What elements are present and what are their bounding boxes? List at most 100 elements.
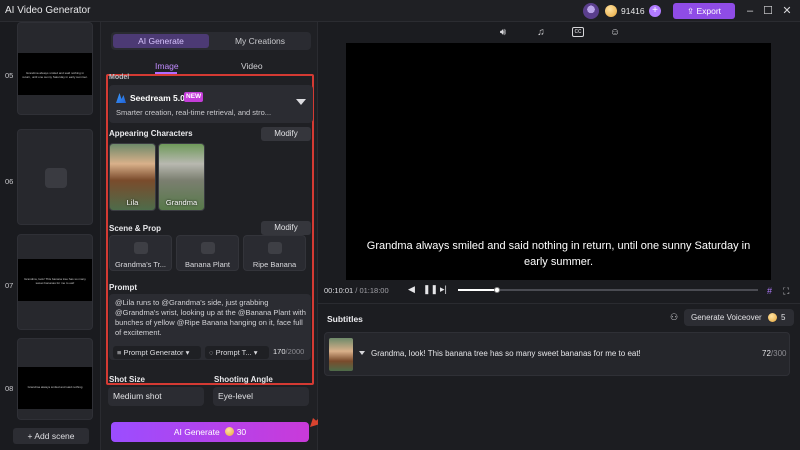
image-placeholder-icon — [134, 242, 148, 254]
prompt-count: 170 — [273, 347, 286, 356]
scene-number: 08 — [5, 384, 14, 393]
ai-generate-button[interactable]: AI Generate 30 — [111, 422, 309, 442]
seedream-logo-icon — [116, 93, 126, 103]
characters-label: Appearing Characters — [109, 129, 193, 138]
upload-icon: ⇪ — [686, 6, 695, 16]
subtitle-count: 72 — [762, 349, 771, 358]
prop-card[interactable]: Grandma's Tr... — [109, 235, 172, 271]
tab-my-creations[interactable]: My Creations — [211, 34, 309, 48]
video-caption: Grandma always smiled and said nothing i… — [366, 240, 751, 268]
subtitles-title: Subtitles — [327, 314, 363, 324]
chevron-down-icon: ▾ — [253, 348, 258, 357]
voice-icon[interactable]: 🔊︎ — [497, 27, 509, 39]
shot-size-label: Shot Size — [109, 375, 146, 384]
coin-icon — [224, 427, 234, 436]
grid-icon[interactable]: # — [767, 286, 772, 296]
voice-settings-icon[interactable]: ⚇ — [670, 312, 678, 323]
progress-track[interactable] — [458, 287, 758, 293]
add-scene-button[interactable]: + Add scene — [13, 428, 89, 444]
shot-size-select[interactable]: Medium shot — [108, 387, 204, 406]
prop-name: Banana Plant — [184, 260, 231, 269]
model-select[interactable]: Seedream 5.0 NEW Smarter creation, real-… — [109, 85, 313, 123]
video-preview[interactable]: Grandma always smiled and said nothing i… — [346, 43, 771, 280]
scene-prop-label: Scene & Prop — [109, 224, 162, 233]
progress-fill — [458, 289, 497, 291]
close-icon[interactable]: ✕ — [779, 3, 795, 19]
prompt-label: Prompt — [109, 283, 137, 292]
prompt-template-label: Prompt T... — [215, 348, 252, 357]
character-card-grandma[interactable]: Grandma — [158, 143, 205, 211]
scene-caption: Grandma always smiled and said nothing — [27, 385, 83, 389]
prompt-generator-label: Prompt Generator — [123, 348, 184, 357]
voiceover-label: Generate Voiceover — [691, 313, 762, 322]
chevron-down-icon — [296, 99, 306, 105]
chat-icon: ◌ — [209, 348, 214, 357]
subtitle-row[interactable]: Grandma, look! This banana tree has so m… — [324, 332, 790, 376]
avatar-icon[interactable]: ☺ — [609, 27, 621, 39]
new-badge: NEW — [184, 92, 204, 102]
prompt-generator-dropdown[interactable]: ≡ Prompt Generator ▾ — [113, 346, 201, 359]
prop-card[interactable]: Ripe Banana — [243, 235, 306, 271]
list-icon: ≡ — [117, 348, 122, 357]
subtitle-text[interactable]: Grandma, look! This banana tree has so m… — [371, 349, 641, 358]
prompt-text: @Lila runs to @Grandma's side, just grab… — [115, 298, 306, 337]
time-display: 00:10:01 / 01:18:00 — [324, 286, 389, 295]
current-time: 00:10:01 — [324, 286, 354, 295]
coin-icon — [768, 313, 777, 322]
prompt-template-dropdown[interactable]: ◌ Prompt T... ▾ — [205, 346, 269, 359]
character-name: Lila — [126, 198, 139, 207]
modify-props-button[interactable]: Modify — [261, 221, 311, 235]
volume-icon[interactable]: ◀︎ — [408, 284, 415, 295]
captions-icon[interactable]: cc — [572, 27, 584, 37]
next-icon[interactable]: ▸| — [440, 284, 447, 295]
minimize-icon[interactable]: – — [742, 3, 758, 19]
music-icon[interactable]: ♫ — [535, 27, 547, 39]
character-card-lila[interactable]: Lila — [109, 143, 156, 211]
subtab-image[interactable]: Image — [155, 61, 179, 71]
prop-card[interactable]: Banana Plant — [176, 235, 239, 271]
image-placeholder-icon — [268, 242, 282, 254]
credits-count: 91416 — [621, 6, 645, 16]
generate-voiceover-button[interactable]: Generate Voiceover 5 — [684, 309, 794, 326]
chevron-down-icon[interactable] — [359, 351, 365, 355]
model-name: Seedream 5.0 — [130, 93, 185, 103]
subtab-video[interactable]: Video — [241, 61, 263, 71]
scene-card[interactable]: Grandma always smiled and said nothing — [17, 338, 93, 420]
scene-number: 06 — [5, 177, 14, 186]
generation-panel: AI Generate My Creations Image Video Mod… — [100, 22, 318, 450]
scene-card[interactable]: Grandma always smiled and said nothing i… — [17, 22, 93, 115]
prompt-max: /2000 — [285, 347, 305, 356]
shooting-angle-select[interactable]: Eye-level — [213, 387, 309, 406]
scene-number: 05 — [5, 71, 14, 80]
chevron-down-icon: ▾ — [185, 348, 190, 357]
scene-card[interactable] — [17, 129, 93, 225]
subtitle-char-count: 72/300 — [762, 349, 786, 358]
player-controls: 00:10:01 / 01:18:00 ◀︎ ❚❚ ▸| — [318, 282, 800, 300]
subtitle-max: /300 — [770, 349, 787, 358]
tab-ai-generate[interactable]: AI Generate — [113, 34, 209, 48]
add-credits-button[interactable]: + — [649, 5, 661, 17]
fullscreen-icon[interactable]: ⛶ — [783, 286, 789, 297]
ai-generate-label: AI Generate — [173, 427, 220, 437]
prompt-char-count: 170/2000 — [273, 347, 304, 356]
scene-thumbnail — [329, 338, 353, 371]
pause-icon[interactable]: ❚❚ — [423, 284, 438, 295]
image-placeholder-icon — [201, 242, 215, 254]
maximize-icon[interactable]: ☐ — [760, 3, 776, 19]
model-label: Model — [109, 74, 130, 81]
scene-number: 07 — [5, 281, 14, 290]
model-description: Smarter creation, real-time retrieval, a… — [116, 108, 272, 117]
scene-caption: Grandma always smiled and said nothing i… — [22, 71, 88, 79]
character-name: Grandma — [165, 198, 198, 207]
user-avatar[interactable] — [583, 3, 599, 19]
app-title: AI Video Generator — [5, 5, 91, 16]
modify-characters-button[interactable]: Modify — [261, 127, 311, 141]
generate-cost: 30 — [236, 427, 247, 437]
progress-handle[interactable] — [494, 287, 500, 293]
shooting-angle-label: Shooting Angle — [214, 375, 273, 384]
scene-caption: Grandma, look! This banana tree has so m… — [24, 277, 86, 285]
export-button[interactable]: ⇪ Export — [673, 3, 735, 19]
prop-name: Grandma's Tr... — [114, 260, 167, 269]
title-bar: AI Video Generator 91416 + ⇪ Export – ☐ … — [0, 0, 800, 22]
scene-card[interactable]: Grandma, look! This banana tree has so m… — [17, 234, 93, 330]
